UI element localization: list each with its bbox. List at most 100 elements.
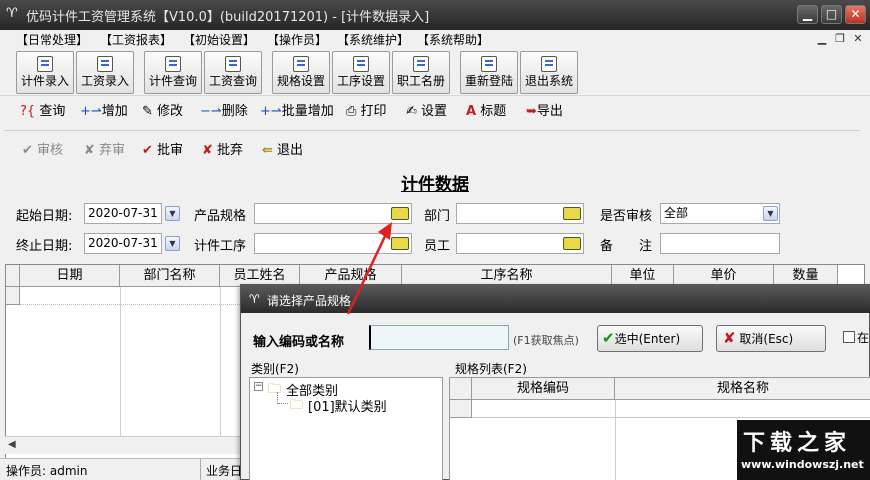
query-icon: ?{	[20, 104, 36, 119]
menu-operator[interactable]: 【操作员】	[267, 31, 327, 48]
process-settings-button[interactable]: 工序设置	[332, 51, 390, 94]
maximize-button[interactable]: □	[821, 5, 842, 24]
cross-icon: ✘	[202, 143, 213, 158]
search-label: 输入编码或名称	[253, 335, 345, 350]
annotation-arrow	[346, 222, 392, 315]
select-ok-button[interactable]: ✔选中(Enter)	[597, 325, 703, 352]
spec-label: 产品规格	[194, 209, 247, 224]
printer-icon: ⎙	[346, 104, 357, 119]
export-button[interactable]: ➥导出	[526, 100, 563, 119]
scroll-left-icon[interactable]: ◀	[8, 439, 16, 450]
menu-init-settings[interactable]: 【初始设置】	[183, 31, 255, 48]
menu-system-maintenance[interactable]: 【系统维护】	[337, 31, 409, 48]
menu-daily[interactable]: 【日常处理】	[16, 31, 88, 48]
menu-system-help[interactable]: 【系统帮助】	[417, 31, 489, 48]
exit-system-button[interactable]: 退出系统	[520, 51, 578, 94]
audit-select[interactable]: 全部	[660, 203, 780, 224]
watermark-name: 下载之家	[743, 431, 852, 456]
col-header-spec-name[interactable]: 规格名称	[615, 378, 870, 400]
check-icon: ✔	[22, 143, 33, 158]
option-checkbox[interactable]	[843, 331, 855, 343]
tree-line	[278, 403, 288, 404]
print-button[interactable]: ⎙ 打印	[346, 100, 387, 119]
start-date-label: 起始日期:	[16, 209, 73, 224]
edit-button[interactable]: ✎ 修改	[142, 100, 183, 119]
spec-settings-icon	[293, 56, 309, 72]
status-operator: 操作员: admin	[6, 464, 88, 478]
col-divider	[615, 400, 616, 480]
review-button[interactable]: ✔ 审核	[22, 139, 63, 158]
exit-button[interactable]: ⇚ 退出	[262, 139, 303, 158]
cancel-button[interactable]: ✘ 取消(Esc)	[716, 325, 826, 352]
grid-corner	[6, 265, 20, 287]
col-header-date[interactable]: 日期	[20, 265, 120, 287]
piece-query-button[interactable]: 计件查询	[144, 51, 202, 94]
app-logo-icon: ♈	[6, 6, 18, 21]
piece-query-icon	[165, 56, 181, 72]
end-date-field[interactable]: 2020-07-31	[84, 233, 162, 254]
close-button[interactable]: ✕	[845, 5, 866, 24]
batch-abandon-button[interactable]: ✘ 批弃	[202, 139, 243, 158]
grid-row[interactable]	[472, 400, 870, 418]
abandon-button[interactable]: ✘ 弃审	[84, 139, 125, 158]
exit-icon: ⇚	[262, 143, 273, 158]
settings-button[interactable]: ✍ 设置	[406, 100, 447, 119]
option-label: 在	[857, 331, 870, 345]
row-indicator	[6, 287, 20, 305]
menu-bar: 【日常处理】 【工资报表】 【初始设置】 【操作员】 【系统维护】 【系统帮助】…	[0, 30, 870, 48]
col-header-spec-code[interactable]: 规格编码	[472, 378, 615, 400]
settings-icon: ✍	[406, 104, 417, 119]
search-input[interactable]	[369, 325, 509, 350]
col-header-dept[interactable]: 部门名称	[120, 265, 220, 287]
col-divider	[220, 287, 221, 437]
add-icon: +⇀	[80, 104, 102, 119]
caption-icon: A	[466, 104, 477, 119]
batch-add-button[interactable]: +⇀批量增加	[260, 100, 334, 119]
piece-entry-icon	[37, 56, 53, 72]
audit-dropdown-icon[interactable]: ▼	[763, 206, 778, 221]
page-title: 计件数据	[401, 175, 469, 195]
horizontal-scrollbar[interactable]: ◀	[5, 436, 245, 454]
caption-button[interactable]: A 标题	[466, 100, 506, 119]
cross-icon: ✘	[84, 143, 95, 158]
spec-list-label: 规格列表(F2)	[455, 362, 527, 376]
end-date-dropdown-icon[interactable]: ▼	[165, 236, 180, 251]
relogin-icon	[481, 56, 497, 72]
status-divider	[200, 459, 201, 480]
batch-review-button[interactable]: ✔ 批审	[142, 139, 183, 158]
grid-corner	[450, 378, 472, 400]
piece-entry-button[interactable]: 计件录入	[16, 51, 74, 94]
menu-wage-report[interactable]: 【工资报表】	[100, 31, 172, 48]
mdi-restore-icon[interactable]: ❐	[833, 32, 847, 45]
mdi-minimize-icon[interactable]: ▁	[815, 32, 829, 45]
add-button[interactable]: +⇀增加	[80, 100, 128, 119]
wage-entry-button[interactable]: 工资录入	[76, 51, 134, 94]
spec-settings-button[interactable]: 规格设置	[272, 51, 330, 94]
note-label: 备 注	[600, 239, 653, 254]
relogin-button[interactable]: 重新登陆	[460, 51, 518, 94]
exit-system-icon	[541, 56, 557, 72]
wage-query-button[interactable]: 工资查询	[204, 51, 262, 94]
delete-icon: −⇀	[200, 104, 222, 119]
folder-icon: 🗀	[268, 382, 282, 397]
dept-label: 部门	[424, 209, 451, 224]
minimize-button[interactable]: ▁	[797, 5, 818, 24]
query-button[interactable]: ?{ 查询	[20, 100, 65, 119]
batch-add-icon: +⇀	[260, 104, 282, 119]
wage-query-icon	[225, 56, 241, 72]
delete-button[interactable]: −⇀删除	[200, 100, 248, 119]
collapse-icon[interactable]: −	[254, 382, 263, 391]
mdi-close-icon[interactable]: ✕	[851, 32, 865, 45]
employee-roster-button[interactable]: 职工名册	[392, 51, 450, 94]
employee-picker-icon[interactable]	[563, 237, 581, 250]
start-date-dropdown-icon[interactable]: ▼	[165, 206, 180, 221]
search-hint: (F1获取焦点)	[513, 334, 579, 347]
export-icon: ➥	[526, 104, 537, 119]
category-label: 类别(F2)	[251, 362, 299, 376]
col-divider	[120, 287, 121, 437]
note-field[interactable]	[660, 233, 780, 254]
wage-entry-icon	[97, 56, 113, 72]
dept-picker-icon[interactable]	[563, 207, 581, 220]
tree-child[interactable]: [01]默认类别	[308, 396, 387, 415]
start-date-field[interactable]: 2020-07-31	[84, 203, 162, 224]
